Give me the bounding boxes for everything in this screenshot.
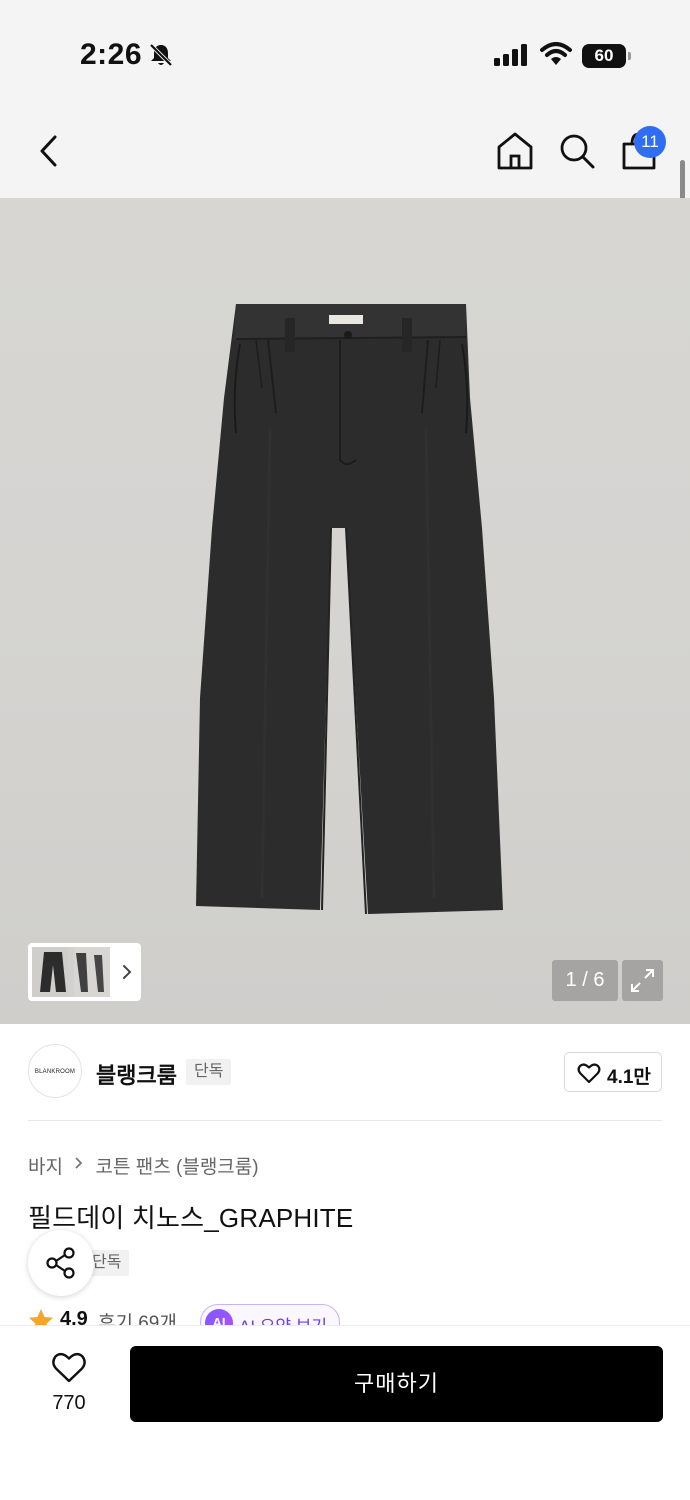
product-gallery[interactable]: 1 / 6 bbox=[0, 198, 690, 1024]
search-button[interactable] bbox=[556, 130, 598, 172]
page-indicator: 1 / 6 bbox=[552, 960, 618, 1001]
battery-indicator: 60 bbox=[582, 44, 631, 68]
home-icon bbox=[497, 132, 533, 170]
expand-button[interactable] bbox=[622, 960, 663, 1001]
cart-count-badge: 11 bbox=[634, 126, 666, 158]
star-icon bbox=[29, 1309, 53, 1326]
wishlist-button[interactable]: 770 bbox=[30, 1350, 108, 1424]
search-icon bbox=[560, 134, 595, 169]
ai-summary-button[interactable]: AI AI 요약 보기 bbox=[200, 1304, 340, 1326]
rating-row: 4.9 후기 69개 AI AI 요약 보기 bbox=[28, 1302, 662, 1326]
thumbnail-strip[interactable] bbox=[28, 943, 141, 1001]
ai-icon: AI bbox=[205, 1309, 233, 1326]
signal-icon bbox=[494, 44, 527, 66]
wifi-icon bbox=[540, 42, 572, 65]
breadcrumb: 바지 코튼 팬츠 (블랭크룸) bbox=[28, 1152, 259, 1179]
review-count-link[interactable]: 후기 69개 bbox=[98, 1308, 177, 1326]
thumbnail-image bbox=[68, 947, 110, 997]
brand-logo[interactable]: BLANKROOM bbox=[28, 1044, 82, 1098]
status-bar: 2:26 60 bbox=[0, 0, 690, 100]
rating-value: 4.9 bbox=[60, 1308, 88, 1326]
home-button[interactable] bbox=[494, 130, 536, 172]
chevron-left-icon bbox=[40, 135, 57, 167]
buy-button[interactable]: 구매하기 bbox=[130, 1346, 663, 1422]
share-icon bbox=[46, 1247, 75, 1279]
top-nav bbox=[0, 100, 690, 198]
exclusive-badge: 단독 bbox=[186, 1059, 232, 1085]
bottom-action-bar: 770 구매하기 bbox=[0, 1325, 690, 1500]
heart-icon bbox=[52, 1353, 86, 1383]
ai-summary-label: AI 요약 보기 bbox=[239, 1312, 327, 1326]
brand-row[interactable]: BLANKROOM 블랭크룸 단독 4.1만 bbox=[0, 1024, 690, 1120]
chevron-right-icon bbox=[123, 965, 132, 979]
chevron-right-icon bbox=[74, 1156, 84, 1175]
share-button[interactable] bbox=[28, 1230, 94, 1296]
bell-muted-icon bbox=[149, 43, 173, 67]
heart-icon bbox=[577, 1063, 601, 1084]
product-title: 필드데이 치노스_GRAPHITE bbox=[28, 1203, 354, 1233]
status-time: 2:26 bbox=[80, 38, 143, 71]
wishlist-count: 770 bbox=[52, 1392, 86, 1414]
brand-like-button[interactable]: 4.1만 bbox=[564, 1052, 662, 1092]
divider bbox=[28, 1120, 662, 1121]
breadcrumb-item-subcategory[interactable]: 코튼 팬츠 (블랭크룸) bbox=[96, 1152, 259, 1179]
brand-name[interactable]: 블랭크룸 bbox=[96, 1058, 177, 1090]
product-image bbox=[196, 304, 503, 915]
breadcrumb-item-category[interactable]: 바지 bbox=[28, 1152, 63, 1179]
brand-like-count: 4.1만 bbox=[607, 1067, 651, 1088]
expand-icon bbox=[631, 969, 654, 992]
back-button[interactable] bbox=[30, 130, 70, 172]
